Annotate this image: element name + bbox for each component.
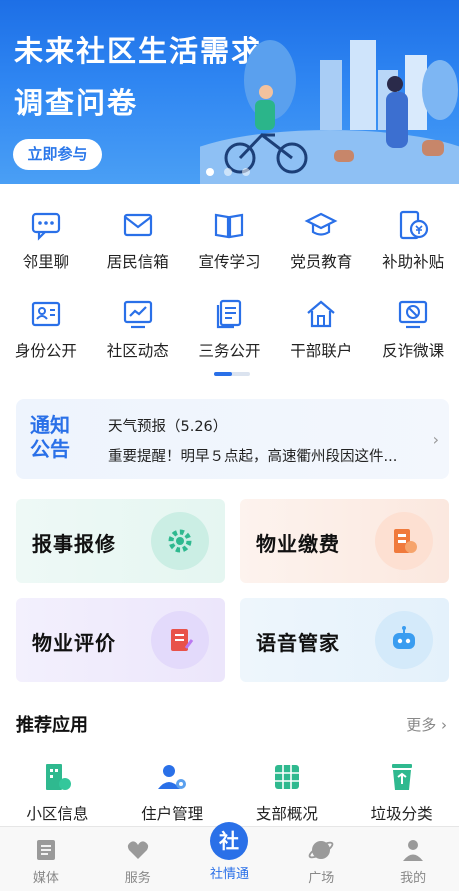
notebook-icon bbox=[151, 611, 209, 669]
join-now-button[interactable]: 立即参与 bbox=[13, 139, 102, 170]
tab-label: 广场 bbox=[308, 871, 335, 886]
chevron-right-icon[interactable]: › bbox=[433, 430, 439, 449]
mail-icon bbox=[123, 213, 152, 237]
id-card-icon bbox=[31, 301, 60, 327]
grid-label: 居民信箱 bbox=[106, 253, 169, 271]
notice-tag: 通知 公告 bbox=[30, 413, 90, 461]
grid-item-cadre-household[interactable]: 干部联户 bbox=[275, 297, 367, 361]
subsidy-icon bbox=[399, 210, 429, 240]
tab-label: 服务 bbox=[124, 871, 151, 886]
card-property-fee[interactable]: 物业缴费 bbox=[240, 499, 449, 583]
grid-label: 三务公开 bbox=[198, 342, 261, 360]
grid-item-identity-public[interactable]: 身份公开 bbox=[0, 297, 92, 361]
recommended-apps: 小区信息 住户管理 支部概况 垃圾分类 bbox=[0, 760, 459, 824]
anti-fraud-icon bbox=[398, 300, 428, 329]
notice-tag-line1: 通知 bbox=[30, 413, 70, 437]
tab-service[interactable]: 服务 bbox=[92, 827, 184, 891]
grid-label: 党员教育 bbox=[290, 253, 353, 271]
notice-tag-line2: 公告 bbox=[30, 437, 70, 461]
card-label: 物业缴费 bbox=[256, 532, 340, 556]
heart-icon bbox=[127, 841, 148, 859]
more-link[interactable]: 更多 › bbox=[406, 714, 447, 735]
grid-label: 干部联户 bbox=[290, 342, 353, 360]
app-label: 住户管理 bbox=[141, 805, 204, 823]
recycle-bin-icon bbox=[391, 764, 412, 790]
grid-label: 宣传学习 bbox=[198, 253, 261, 271]
bill-icon bbox=[375, 512, 433, 570]
banner-illustration bbox=[200, 40, 459, 184]
card-voice-butler[interactable]: 语音管家 bbox=[240, 598, 449, 682]
app-garbage-sorting[interactable]: 垃圾分类 bbox=[344, 760, 459, 824]
carousel-dot[interactable] bbox=[206, 168, 214, 176]
svg-text:社: 社 bbox=[218, 829, 239, 853]
bottom-tab-bar: 媒体 服务 社 社情通 广场 我的 bbox=[0, 822, 459, 891]
function-grid-row2: 身份公开 社区动态 三务公开 干部联户 反诈微课 bbox=[0, 297, 459, 361]
grid-item-neighbor-chat[interactable]: 邻里聊 bbox=[0, 208, 92, 272]
notice-bar[interactable]: 通知 公告 天气预报（5.26） 重要提醒！明早５点起，高速衢州段因这件... … bbox=[16, 399, 449, 479]
grid-item-anti-fraud[interactable]: 反诈微课 bbox=[367, 297, 459, 361]
tab-label: 社情通 bbox=[209, 867, 249, 882]
notice-item[interactable]: 重要提醒！明早５点起，高速衢州段因这件... bbox=[108, 445, 434, 466]
app-resident-management[interactable]: 住户管理 bbox=[115, 760, 230, 824]
promo-banner[interactable]: 未来社区生活需求 调查问卷 立即参与 bbox=[0, 0, 459, 184]
tab-plaza[interactable]: 广场 bbox=[275, 827, 367, 891]
app-label: 小区信息 bbox=[26, 805, 89, 823]
app-label: 支部概况 bbox=[255, 805, 318, 823]
banner-title-line2: 调查问卷 bbox=[14, 86, 139, 120]
trend-chart-icon bbox=[123, 300, 152, 329]
tab-mine[interactable]: 我的 bbox=[367, 827, 459, 891]
grid-page-indicator bbox=[214, 372, 250, 376]
card-report-repair[interactable]: 报事报修 bbox=[16, 499, 225, 583]
app-label: 垃圾分类 bbox=[370, 805, 433, 823]
robot-icon bbox=[375, 611, 433, 669]
grid-label: 社区动态 bbox=[106, 342, 169, 360]
grid-label: 邻里聊 bbox=[22, 253, 70, 271]
notice-item[interactable]: 天气预报（5.26） bbox=[108, 415, 227, 436]
chat-icon bbox=[31, 212, 60, 241]
card-label: 物业评价 bbox=[32, 631, 116, 655]
grid-item-subsidy[interactable]: 补助补贴 bbox=[367, 208, 459, 272]
tab-media[interactable]: 媒体 bbox=[0, 827, 92, 891]
tab-community[interactable]: 社 社情通 bbox=[184, 822, 276, 891]
app-branch-overview[interactable]: 支部概况 bbox=[230, 760, 345, 824]
grid-label: 反诈微课 bbox=[382, 342, 445, 360]
grid-item-publicity-study[interactable]: 宣传学习 bbox=[184, 208, 276, 272]
carousel-indicators bbox=[206, 168, 250, 176]
card-label: 语音管家 bbox=[256, 631, 340, 655]
community-logo-icon: 社 bbox=[210, 822, 249, 860]
graduation-cap-icon bbox=[304, 212, 338, 236]
news-icon bbox=[36, 840, 55, 860]
tab-label: 媒体 bbox=[32, 871, 59, 886]
grid-item-resident-mailbox[interactable]: 居民信箱 bbox=[92, 208, 184, 272]
grid-label: 身份公开 bbox=[14, 342, 77, 360]
tab-label: 我的 bbox=[400, 871, 427, 886]
building-icon bbox=[46, 764, 72, 790]
function-grid-row1: 邻里聊 居民信箱 宣传学习 党员教育 补助补贴 bbox=[0, 208, 459, 272]
carousel-dot[interactable] bbox=[224, 168, 232, 176]
card-label: 报事报修 bbox=[32, 532, 116, 556]
grid-icon bbox=[274, 765, 299, 789]
book-icon bbox=[215, 213, 244, 239]
documents-icon bbox=[217, 299, 242, 329]
grid-item-three-affairs[interactable]: 三务公开 bbox=[184, 297, 276, 361]
planet-icon bbox=[308, 841, 334, 859]
carousel-dot[interactable] bbox=[242, 168, 250, 176]
section-title-recommended: 推荐应用 bbox=[16, 715, 88, 736]
gear-icon bbox=[151, 512, 209, 570]
grid-item-community-news[interactable]: 社区动态 bbox=[92, 297, 184, 361]
grid-item-party-education[interactable]: 党员教育 bbox=[275, 208, 367, 272]
grid-label: 补助补贴 bbox=[382, 253, 445, 271]
card-property-review[interactable]: 物业评价 bbox=[16, 598, 225, 682]
home-icon bbox=[307, 300, 335, 328]
person-icon bbox=[403, 840, 424, 861]
user-settings-icon bbox=[158, 765, 187, 789]
app-community-info[interactable]: 小区信息 bbox=[0, 760, 115, 824]
